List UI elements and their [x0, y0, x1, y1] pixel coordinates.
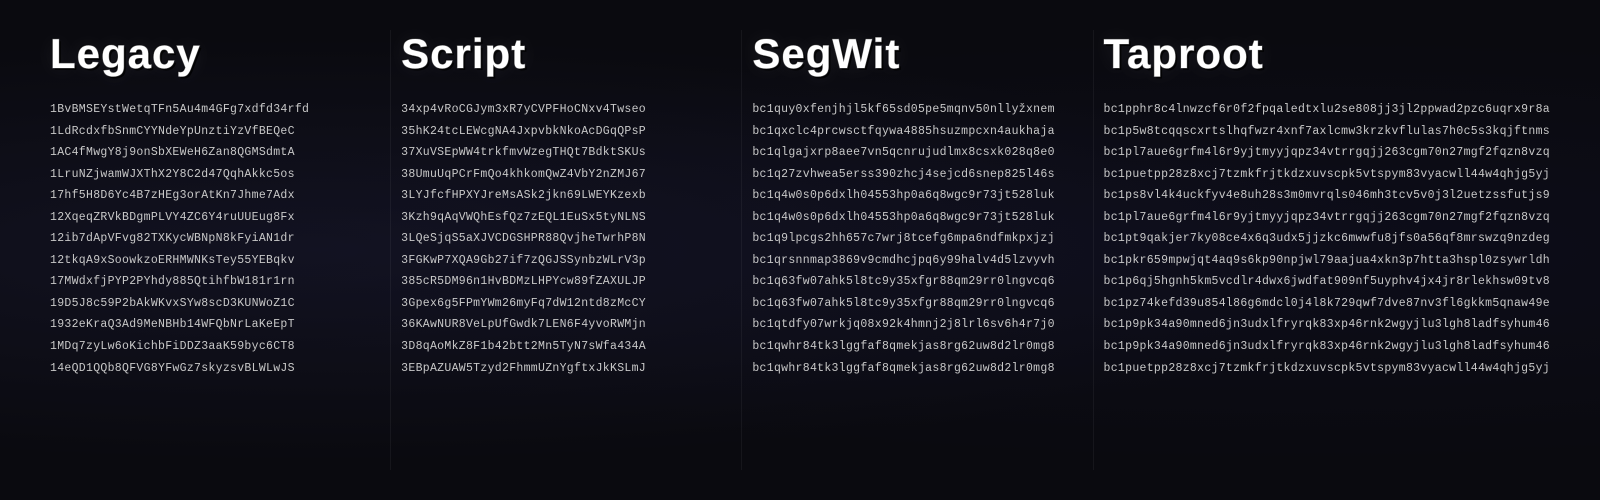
title-legacy: Legacy — [50, 30, 380, 78]
address-item[interactable]: bc1q27zvhwea5erss390zhcj4sejcd6snep825l4… — [752, 165, 1082, 185]
title-taproot: Taproot — [1104, 30, 1550, 78]
address-item[interactable]: 3Gpex6g5FPmYWm26myFq7dW12ntd8zMcCY — [401, 294, 731, 314]
address-list-legacy: 1BvBMSEYstWetqTFn5Au4m4GFg7xdfd34rfd1LdR… — [50, 100, 380, 378]
address-item[interactable]: 38UmuUqPCrFmQo4khkomQwZ4VbY2nZMJ67 — [401, 165, 731, 185]
address-item[interactable]: 3Kzh9qAqVWQhEsfQz7zEQL1EuSx5tyNLNS — [401, 208, 731, 228]
address-item[interactable]: 3EBpAZUAW5Tzyd2FhmmUZnYgftxJkKSLmJ — [401, 359, 731, 379]
address-item[interactable]: 1BvBMSEYstWetqTFn5Au4m4GFg7xdfd34rfd — [50, 100, 380, 120]
title-segwit: SegWit — [752, 30, 1082, 78]
address-item[interactable]: 3LQeSjqS5aXJVCDGSHPR88QvjheTwrhP8N — [401, 229, 731, 249]
address-item[interactable]: 1LruNZjwamWJXThX2Y8C2d47QqhAkkc5os — [50, 165, 380, 185]
address-item[interactable]: bc1pkr659mpwjqt4aq9s6kp90npjwl79aajua4xk… — [1104, 251, 1550, 271]
address-item[interactable]: 37XuVSEpWW4trkfmvWzegTHQt7BdktSKUs — [401, 143, 731, 163]
address-item[interactable]: 1MDq7zyLw6oKichbFiDDZ3aaK59byc6CT8 — [50, 337, 380, 357]
address-item[interactable]: 12tkqA9xSoowkzoERHMWNKsTey55YEBqkv — [50, 251, 380, 271]
address-item[interactable]: 14eQD1QQb8QFVG8YFwGz7skyzsvBLWLwJS — [50, 359, 380, 379]
address-item[interactable]: 17hf5H8D6Yc4B7zHEg3orAtKn7Jhme7Adx — [50, 186, 380, 206]
address-item[interactable]: bc1p9pk34a90mned6jn3udxlfryrqk83xp46rnk2… — [1104, 337, 1550, 357]
address-item[interactable]: 34xp4vRoCGJym3xR7yCVPFHoCNxv4Twseo — [401, 100, 731, 120]
address-item[interactable]: 36KAwNUR8VeLpUfGwdk7LEN6F4yvoRWMjn — [401, 315, 731, 335]
address-item[interactable]: bc1q63fw07ahk5l8tc9y35xfgr88qm29rr0lngvc… — [752, 294, 1082, 314]
column-taproot: Taproot bc1pphr8c4lnwzcf6r0f2fpqaledtxlu2… — [1094, 30, 1560, 470]
address-item[interactable]: bc1qtdfy07wrkjq08x92k4hmnj2j8lrl6sv6h4r7… — [752, 315, 1082, 335]
address-item[interactable]: bc1ps8vl4k4uckfyv4e8uh28s3m0mvrqls046mh3… — [1104, 186, 1550, 206]
address-item[interactable]: 385cR5DM96n1HvBDMzLHPYcw89fZAXULJP — [401, 272, 731, 292]
address-list-script: 34xp4vRoCGJym3xR7yCVPFHoCNxv4Twseo35hK24… — [401, 100, 731, 378]
address-item[interactable]: bc1qrsnnmap3869v9cmdhcjpq6y99halv4d5lzvy… — [752, 251, 1082, 271]
address-item[interactable]: bc1qxclc4prcwsctfqywa4885hsuzmpcxn4aukha… — [752, 122, 1082, 142]
address-item[interactable]: bc1q63fw07ahk5l8tc9y35xfgr88qm29rr0lngvc… — [752, 272, 1082, 292]
address-item[interactable]: bc1qwhr84tk3lggfaf8qmekjas8rg62uw8d2lr0m… — [752, 359, 1082, 379]
address-item[interactable]: bc1pl7aue6grfm4l6r9yjtmyyjqpz34vtrrgqjj2… — [1104, 143, 1550, 163]
address-item[interactable]: bc1p6qj5hgnh5km5vcdlr4dwx6jwdfat909nf5uy… — [1104, 272, 1550, 292]
address-item[interactable]: 35hK24tcLEWcgNA4JxpvbkNkoAcDGqQPsP — [401, 122, 731, 142]
main-content: Legacy 1BvBMSEYstWetqTFn5Au4m4GFg7xdfd34r… — [0, 0, 1600, 500]
column-legacy: Legacy 1BvBMSEYstWetqTFn5Au4m4GFg7xdfd34r… — [40, 30, 391, 470]
address-item[interactable]: 3LYJfcfHPXYJreMsASk2jkn69LWEYKzexb — [401, 186, 731, 206]
column-script: Script 34xp4vRoCGJym3xR7yCVPFHoCNxv4Twseo… — [391, 30, 742, 470]
column-segwit: SegWit bc1quy0xfenjhjl5kf65sd05pe5mqnv50n… — [742, 30, 1093, 470]
address-item[interactable]: 1AC4fMwgY8j9onSbXEWeH6Zan8QGMSdmtA — [50, 143, 380, 163]
address-item[interactable]: bc1pt9qakjer7ky08ce4x6q3udx5jjzkc6mwwfu8… — [1104, 229, 1550, 249]
address-list-taproot: bc1pphr8c4lnwzcf6r0f2fpqaledtxlu2se808jj… — [1104, 100, 1550, 378]
address-item[interactable]: 12ib7dApVFvg82TXKycWBNpN8kFyiAN1dr — [50, 229, 380, 249]
address-item[interactable]: bc1qwhr84tk3lggfaf8qmekjas8rg62uw8d2lr0m… — [752, 337, 1082, 357]
address-item[interactable]: 19D5J8c59P2bAkWKvxSYw8scD3KUNWoZ1C — [50, 294, 380, 314]
address-item[interactable]: 12XqeqZRVkBDgmPLVY4ZC6Y4ruUUEug8Fx — [50, 208, 380, 228]
address-item[interactable]: bc1q9lpcgs2hh657c7wrj8tcefg6mpa6ndfmkpxj… — [752, 229, 1082, 249]
address-item[interactable]: 3D8qAoMkZ8F1b42btt2Mn5TyN7sWfa434A — [401, 337, 731, 357]
title-script: Script — [401, 30, 731, 78]
address-item[interactable]: bc1q4w0s0p6dxlh04553hp0a6q8wgc9r73jt528l… — [752, 208, 1082, 228]
address-item[interactable]: 1LdRcdxfbSnmCYYNdeYpUnztiYzVfBEQeC — [50, 122, 380, 142]
address-item[interactable]: bc1p9pk34a90mned6jn3udxlfryrqk83xp46rnk2… — [1104, 315, 1550, 335]
address-item[interactable]: 17MWdxfjPYP2PYhdy885QtihfbW181r1rn — [50, 272, 380, 292]
address-item[interactable]: bc1quy0xfenjhjl5kf65sd05pe5mqnv50nllyžxn… — [752, 100, 1082, 120]
address-item[interactable]: bc1puetpp28z8xcj7tzmkfrjtkdzxuvscpk5vtsp… — [1104, 165, 1550, 185]
address-item[interactable]: bc1pz74kefd39u854l86g6mdcl0j4l8k729qwf7d… — [1104, 294, 1550, 314]
address-item[interactable]: bc1qlgajxrp8aee7vn5qcnrujudlmx8csxk028q8… — [752, 143, 1082, 163]
address-item[interactable]: bc1pphr8c4lnwzcf6r0f2fpqaledtxlu2se808jj… — [1104, 100, 1550, 120]
address-item[interactable]: 3FGKwP7XQA9Gb27if7zQGJSSynbzWLrV3p — [401, 251, 731, 271]
address-item[interactable]: bc1q4w0s0p6dxlh04553hp0a6q8wgc9r73jt528l… — [752, 186, 1082, 206]
address-item[interactable]: bc1puetpp28z8xcj7tzmkfrjtkdzxuvscpk5vtsp… — [1104, 359, 1550, 379]
address-item[interactable]: bc1pl7aue6grfm4l6r9yjtmyyjqpz34vtrrgqjj2… — [1104, 208, 1550, 228]
address-item[interactable]: bc1p5w8tcqqscxrtslhqfwzr4xnf7axlcmw3krzk… — [1104, 122, 1550, 142]
address-list-segwit: bc1quy0xfenjhjl5kf65sd05pe5mqnv50nllyžxn… — [752, 100, 1082, 378]
address-item[interactable]: 1932eKraQ3Ad9MeNBHb14WFQbNrLaKeEpT — [50, 315, 380, 335]
